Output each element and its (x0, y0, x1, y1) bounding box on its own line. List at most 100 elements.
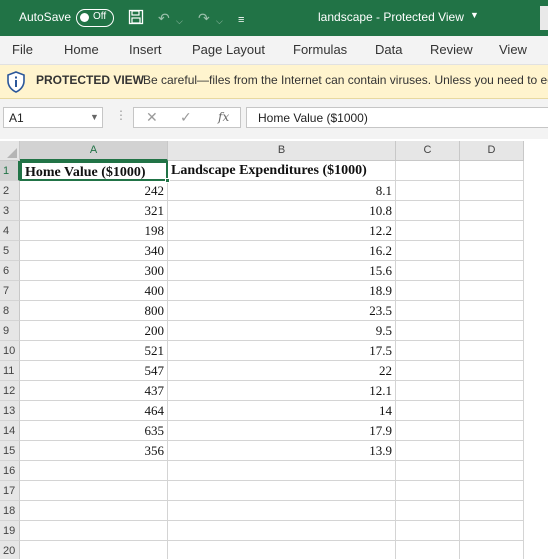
cell-b20[interactable] (168, 541, 396, 559)
cell-d9[interactable] (460, 321, 524, 341)
cell-c10[interactable] (396, 341, 460, 361)
row-header-7[interactable]: 7 (0, 281, 20, 301)
cell-c4[interactable] (396, 221, 460, 241)
title-chevron-down-icon[interactable]: ▼ (470, 10, 479, 20)
cell-c2[interactable] (396, 181, 460, 201)
cell-c9[interactable] (396, 321, 460, 341)
cell-c7[interactable] (396, 281, 460, 301)
insert-function-icon[interactable]: fx (218, 110, 229, 124)
cell-b9[interactable]: 9.5 (168, 321, 396, 341)
tab-file[interactable]: File (12, 42, 33, 57)
tab-formulas[interactable]: Formulas (293, 42, 347, 57)
cell-a11[interactable]: 547 (20, 361, 168, 381)
cell-d4[interactable] (460, 221, 524, 241)
cell-d15[interactable] (460, 441, 524, 461)
cell-d11[interactable] (460, 361, 524, 381)
cell-a12[interactable]: 437 (20, 381, 168, 401)
cell-c8[interactable] (396, 301, 460, 321)
cell-d20[interactable] (460, 541, 524, 559)
cell-c15[interactable] (396, 441, 460, 461)
cell-d19[interactable] (460, 521, 524, 541)
cell-a10[interactable]: 521 (20, 341, 168, 361)
cell-b18[interactable] (168, 501, 396, 521)
cell-a14[interactable]: 635 (20, 421, 168, 441)
cell-d2[interactable] (460, 181, 524, 201)
cell-b10[interactable]: 17.5 (168, 341, 396, 361)
cell-c16[interactable] (396, 461, 460, 481)
cell-a8[interactable]: 800 (20, 301, 168, 321)
cell-a7[interactable]: 400 (20, 281, 168, 301)
formula-bar-grip-icon[interactable]: ⋮ (115, 108, 127, 122)
cancel-icon[interactable]: ✕ (146, 109, 158, 126)
document-title[interactable]: landscape - Protected View (318, 10, 464, 24)
cell-a15[interactable]: 356 (20, 441, 168, 461)
cell-a9[interactable]: 200 (20, 321, 168, 341)
cell-b17[interactable] (168, 481, 396, 501)
cell-a18[interactable] (20, 501, 168, 521)
cell-c5[interactable] (396, 241, 460, 261)
row-header-15[interactable]: 15 (0, 441, 20, 461)
cell-a13[interactable]: 464 (20, 401, 168, 421)
cell-a5[interactable]: 340 (20, 241, 168, 261)
redo-icon[interactable]: ↷ (198, 9, 210, 27)
row-header-9[interactable]: 9 (0, 321, 20, 341)
enter-check-icon[interactable]: ✓ (180, 109, 192, 126)
cell-c1[interactable] (396, 161, 460, 181)
row-header-13[interactable]: 13 (0, 401, 20, 421)
cell-d7[interactable] (460, 281, 524, 301)
cell-c3[interactable] (396, 201, 460, 221)
row-header-20[interactable]: 20 (0, 541, 20, 559)
row-header-3[interactable]: 3 (0, 201, 20, 221)
row-header-11[interactable]: 11 (0, 361, 20, 381)
cell-d10[interactable] (460, 341, 524, 361)
tab-home[interactable]: Home (64, 42, 99, 57)
row-header-17[interactable]: 17 (0, 481, 20, 501)
cell-a4[interactable]: 198 (20, 221, 168, 241)
cell-b2[interactable]: 8.1 (168, 181, 396, 201)
cell-d12[interactable] (460, 381, 524, 401)
cell-b12[interactable]: 12.1 (168, 381, 396, 401)
select-all-corner[interactable] (0, 141, 20, 161)
column-header-d[interactable]: D (460, 141, 524, 161)
cell-a19[interactable] (20, 521, 168, 541)
cell-b11[interactable]: 22 (168, 361, 396, 381)
cell-c18[interactable] (396, 501, 460, 521)
cell-b6[interactable]: 15.6 (168, 261, 396, 281)
cell-d6[interactable] (460, 261, 524, 281)
cell-c17[interactable] (396, 481, 460, 501)
customize-toolbar-icon[interactable]: ≡ (238, 11, 244, 29)
tab-review[interactable]: Review (430, 42, 473, 57)
undo-dropdown-icon[interactable]: ⌵ (176, 12, 183, 30)
tab-view[interactable]: View (499, 42, 527, 57)
cell-a2[interactable]: 242 (20, 181, 168, 201)
row-header-16[interactable]: 16 (0, 461, 20, 481)
row-header-19[interactable]: 19 (0, 521, 20, 541)
cell-c12[interactable] (396, 381, 460, 401)
cell-c6[interactable] (396, 261, 460, 281)
row-header-5[interactable]: 5 (0, 241, 20, 261)
column-header-c[interactable]: C (396, 141, 460, 161)
spreadsheet-grid[interactable]: A B C D 1 Home Value ($1000) Landscape Expendi… (0, 141, 548, 559)
cell-d17[interactable] (460, 481, 524, 501)
row-header-1[interactable]: 1 (0, 161, 20, 181)
cell-d5[interactable] (460, 241, 524, 261)
cell-b4[interactable]: 12.2 (168, 221, 396, 241)
row-header-14[interactable]: 14 (0, 421, 20, 441)
cell-c13[interactable] (396, 401, 460, 421)
row-header-2[interactable]: 2 (0, 181, 20, 201)
cell-d3[interactable] (460, 201, 524, 221)
cell-d14[interactable] (460, 421, 524, 441)
column-header-b[interactable]: B (168, 141, 396, 161)
cell-d8[interactable] (460, 301, 524, 321)
save-icon[interactable] (128, 9, 144, 29)
cell-c20[interactable] (396, 541, 460, 559)
cell-a1[interactable]: Home Value ($1000) (20, 161, 168, 181)
formula-input[interactable]: Home Value ($1000) (246, 107, 548, 128)
cell-b5[interactable]: 16.2 (168, 241, 396, 261)
cell-b14[interactable]: 17.9 (168, 421, 396, 441)
search-box-edge[interactable] (540, 6, 548, 30)
cell-b13[interactable]: 14 (168, 401, 396, 421)
cell-c19[interactable] (396, 521, 460, 541)
cell-a3[interactable]: 321 (20, 201, 168, 221)
name-box[interactable]: A1 ▼ (3, 107, 103, 128)
